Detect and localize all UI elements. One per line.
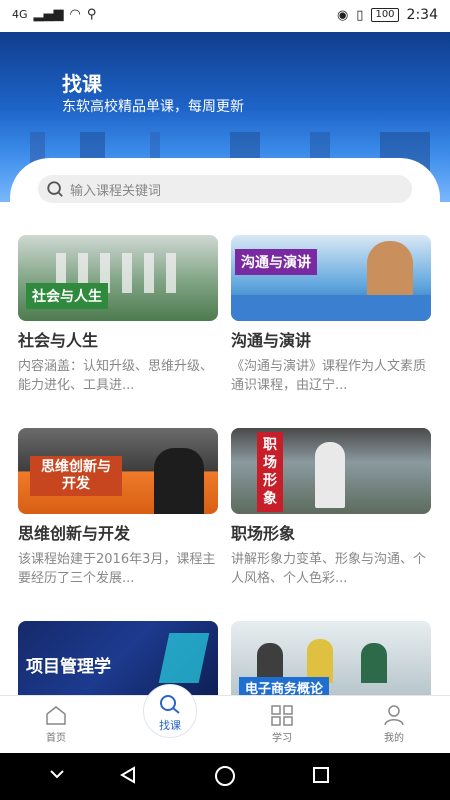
course-thumbnail[interactable]: 沟通与演讲 [231,235,431,321]
signal-icon: ▂▄▆ [33,7,64,22]
course-card-1[interactable]: 社会与人生 社会与人生 内容涵盖：认知升级、思维升级、能力进化、工具进... [18,235,218,395]
thumbnail-tag: 职场形象 [257,432,283,512]
home-circle-icon[interactable] [214,765,236,787]
course-description: 内容涵盖：认知升级、思维升级、能力进化、工具进... [18,359,214,393]
course-card-3[interactable]: 思维创新与开发 思维创新与开发 该课程始建于2016年3月，课程主要经历了三个发… [18,428,218,588]
search-input[interactable]: 输入课程关键词 [70,180,161,199]
course-thumbnail[interactable]: 电子商务概论 [231,621,431,695]
course-description: 该课程始建于2016年3月，课程主要经历了三个发展... [18,552,216,586]
usb-icon: ⚲ [86,7,97,22]
course-description: 《沟通与演讲》课程作为人文素质通识课程，由辽宁... [231,359,427,393]
nav-study-label: 学习 [272,733,292,744]
nav-study[interactable]: 学习 [252,704,312,744]
search-icon [160,695,180,714]
course-card-4[interactable]: 职场形象 职场形象 讲解形象力变革、形象与沟通、个人风格、个人色彩... [231,428,431,588]
search-bar[interactable]: 输入课程关键词 [38,175,412,203]
course-description: 讲解形象力变革、形象与沟通、个人风格、个人色彩... [231,552,427,586]
course-card-5[interactable]: 项目管理学 [18,621,218,695]
thumbnail-tag: 项目管理学 [26,657,111,677]
page-title: 找课 [62,72,102,96]
clock: 2:34 [406,7,438,23]
course-title[interactable]: 思维创新与开发 [18,524,218,544]
eye-icon: ◉ [336,7,349,23]
recent-apps-icon[interactable] [311,765,331,785]
network-indicator: 4G [12,8,28,21]
home-icon [46,706,66,725]
course-title[interactable]: 职场形象 [231,524,431,544]
collapse-chevron-icon[interactable] [48,765,66,783]
thumbnail-tag: 思维创新与开发 [30,456,122,496]
course-card-2[interactable]: 沟通与演讲 沟通与演讲 《沟通与演讲》课程作为人文素质通识课程，由辽宁... [231,235,431,395]
battery-indicator: 100 [371,8,399,22]
nav-home-label: 首页 [46,733,66,744]
course-thumbnail[interactable]: 思维创新与开发 [18,428,218,514]
thumbnail-tag: 社会与人生 [26,283,108,309]
search-icon [47,181,63,197]
course-title[interactable]: 沟通与演讲 [231,331,431,351]
thumbnail-tag: 沟通与演讲 [235,249,317,275]
back-icon[interactable] [118,765,138,785]
system-navigation-bar [0,753,450,800]
course-thumbnail[interactable]: 社会与人生 [18,235,218,321]
nav-mine[interactable]: 我的 [364,704,424,744]
nav-mine-label: 我的 [384,733,404,744]
thumbnail-tag: 电子商务概论 [239,677,330,695]
status-bar: 4G ▂▄▆ ◠ ⚲ ◉ ▯ 100 2:34 [0,0,450,32]
user-icon [384,705,404,726]
course-thumbnail[interactable]: 项目管理学 [18,621,218,695]
grid-icon [271,705,293,726]
nav-home[interactable]: 首页 [26,704,86,744]
course-thumbnail[interactable]: 职场形象 [231,428,431,514]
bottom-navigation: 首页 找课 学习 我的 [0,684,450,754]
vibrate-icon: ▯ [356,7,364,23]
wifi-icon: ◠ [69,7,81,22]
course-card-6[interactable]: 电子商务概论 [231,621,431,695]
nav-find-label: 找课 [159,719,181,732]
page-subtitle: 东软高校精品单课，每周更新 [62,99,244,115]
nav-find[interactable]: 找课 [143,684,197,738]
course-title[interactable]: 社会与人生 [18,331,218,351]
